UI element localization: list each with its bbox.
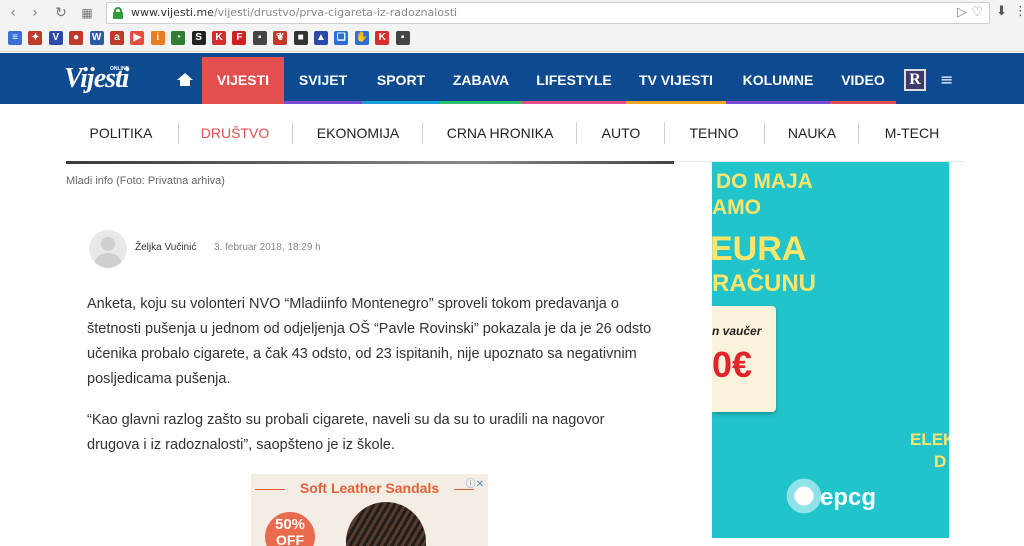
ad-text: RAČUNU xyxy=(712,270,816,297)
inline-ad[interactable]: Soft Leather Sandals ⓘ✕ 50% OFF xyxy=(251,474,488,546)
menu-item-svijet[interactable]: SVIJET xyxy=(284,57,362,104)
address-bar[interactable]: www.vijesti.me/vijesti/drustvo/prva-ciga… xyxy=(106,2,990,24)
lock-icon xyxy=(113,7,123,19)
hamburger-icon[interactable]: ≡ xyxy=(940,70,953,89)
ad-text: D xyxy=(934,452,947,471)
bookmark-hand-icon[interactable]: ✋ xyxy=(354,31,369,45)
bookmark-page2-icon[interactable]: ▪ xyxy=(395,31,410,45)
subnav-separator xyxy=(764,122,765,144)
menu-item-tv-vijesti[interactable]: TV VIJESTI xyxy=(626,57,726,104)
ad-text: DO MAJA xyxy=(716,170,813,193)
bookmark-a-icon[interactable]: a xyxy=(110,31,124,45)
ad-sandal-image xyxy=(346,502,426,546)
menu-item-video[interactable]: VIDEO xyxy=(830,57,896,104)
article-image-bottom xyxy=(66,161,674,164)
author-avatar xyxy=(89,230,127,268)
subnav-item-7[interactable]: M-TECH xyxy=(860,104,964,162)
site-header: Vijesti ONLINE VIJESTI SVIJET SPORT ZABAVA L… xyxy=(0,53,1024,104)
ad-close-icon[interactable]: ⓘ✕ xyxy=(466,475,484,490)
heart-icon[interactable]: ♡ xyxy=(971,5,983,20)
image-caption: Mladi info (Foto: Privatna arhiva) xyxy=(66,175,225,187)
subnav-item-6[interactable]: NAUKA xyxy=(766,104,858,162)
side-ad[interactable]: DO MAJA AMO EURA RAČUNU n vaučer 0€ ELEK… xyxy=(712,162,949,538)
download-icon[interactable]: ⬇ xyxy=(996,4,1007,19)
bookmark-cap-icon[interactable]: ▲ xyxy=(314,31,328,45)
subnav-separator xyxy=(576,122,577,144)
bookmark-k2-icon[interactable]: K xyxy=(375,31,390,45)
sub-navigation: POLITIKA DRUŠTVO EKONOMIJA CRNA HRONIKA AUTO… xyxy=(66,104,964,162)
subnav-separator xyxy=(664,122,665,144)
subnav-item-5[interactable]: TEHNO xyxy=(666,104,762,162)
bookmark-clock-icon[interactable]: ◔ xyxy=(171,31,186,45)
bookmark-v-icon[interactable]: V xyxy=(48,31,63,45)
author-name[interactable]: Željka Vučinić xyxy=(135,242,196,253)
subnav-item-1[interactable]: DRUŠTVO xyxy=(180,104,290,162)
ad-text: AMO xyxy=(712,196,761,219)
bookmark-s-icon[interactable]: S xyxy=(191,31,206,45)
ad-voucher: n vaučer 0€ xyxy=(712,306,776,412)
subnav-item-3[interactable]: CRNA HRONIKA xyxy=(424,104,576,162)
article-paragraph: “Kao glavni razlog zašto su probali ciga… xyxy=(87,412,605,453)
menu-item-vijesti[interactable]: VIJESTI xyxy=(202,57,284,104)
url-text: www.vijesti.me/vijesti/drustvo/prva-ciga… xyxy=(131,6,458,19)
menu-item-sport[interactable]: SPORT xyxy=(362,57,440,104)
article-paragraph: Anketa, koju su volonteri NVO “Mladiinfo… xyxy=(87,296,652,387)
bookmark-cloud-icon[interactable]: ● xyxy=(69,31,84,45)
subnav-item-2[interactable]: EKONOMIJA xyxy=(294,104,422,162)
menu-icon[interactable]: ⋮ xyxy=(1014,4,1024,19)
subnav-separator xyxy=(292,122,293,144)
bookmark-w-icon[interactable]: W xyxy=(89,31,104,45)
menu-item-zabava[interactable]: ZABAVA xyxy=(440,57,522,104)
bookmark-bag-icon[interactable]: ■ xyxy=(293,31,308,45)
bookmark-doc-icon[interactable]: ≡ xyxy=(8,31,22,45)
forward-icon[interactable]: › xyxy=(26,4,44,22)
back-icon[interactable]: ‹ xyxy=(4,4,22,22)
subnav-item-4[interactable]: AUTO xyxy=(578,104,664,162)
menu-item-lifestyle[interactable]: LIFESTYLE xyxy=(522,57,626,104)
tabs-grid-icon[interactable]: ▦ xyxy=(78,4,96,22)
bookmark-book-icon[interactable]: ❑ xyxy=(334,31,349,45)
subnav-separator xyxy=(422,122,423,144)
home-icon[interactable] xyxy=(177,73,193,87)
ad-text: ELEKT xyxy=(910,430,949,449)
bookmark-page-icon[interactable]: ▪ xyxy=(252,31,267,45)
ad-text: EURA xyxy=(712,230,807,268)
subnav-separator xyxy=(858,122,859,144)
ad-title: Soft Leather Sandals xyxy=(299,480,440,496)
bookmark-i-icon[interactable]: i xyxy=(150,31,165,45)
menu-item-kolumne[interactable]: KOLUMNE xyxy=(726,57,830,104)
r-badge-icon[interactable]: R xyxy=(904,69,926,91)
ad-discount-badge: 50% OFF xyxy=(265,512,315,546)
browser-chrome: ‹ › ↻ ▦ www.vijesti.me/vijesti/drustvo/p… xyxy=(0,0,1024,52)
bookmark-k-icon[interactable]: K xyxy=(212,31,226,45)
reload-icon[interactable]: ↻ xyxy=(52,4,70,22)
ad-brand: epcg xyxy=(820,484,877,511)
subnav-separator xyxy=(178,122,179,144)
bookmark-f-icon[interactable]: F xyxy=(232,31,247,45)
publish-date: 3. februar 2018, 18:29 h xyxy=(214,242,321,253)
bookmark-video-icon[interactable]: ▶ xyxy=(130,31,145,45)
subnav-item-0[interactable]: POLITIKA xyxy=(66,104,176,162)
bookmark-leaf-icon[interactable]: ❦ xyxy=(273,31,288,45)
send-icon[interactable]: ▷ xyxy=(957,5,967,20)
logo-tag: ONLINE xyxy=(110,66,129,72)
bookmark-bird-icon[interactable]: ✦ xyxy=(28,31,43,45)
